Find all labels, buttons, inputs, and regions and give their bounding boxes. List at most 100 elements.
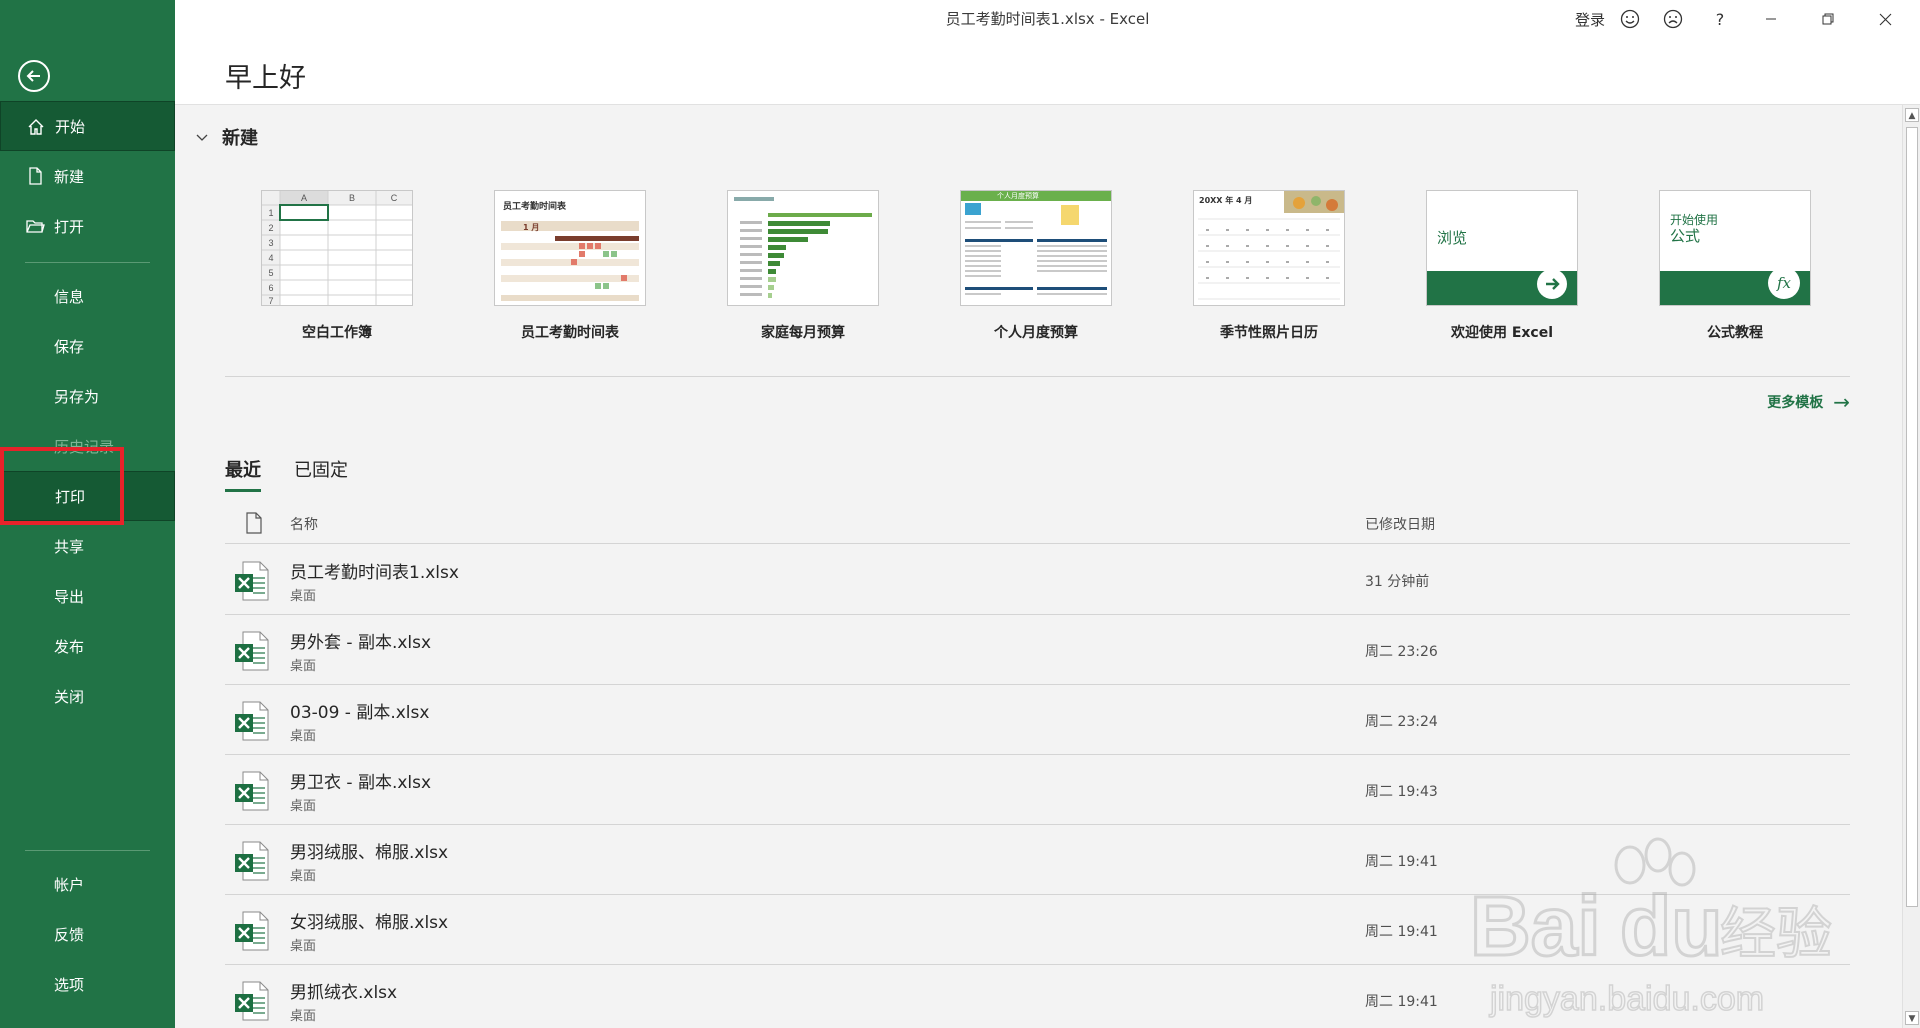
nav-save[interactable]: 保存: [0, 321, 175, 371]
svg-text:6: 6: [268, 283, 273, 293]
template-thumbnail: 个人月度预算: [960, 190, 1112, 306]
back-button[interactable]: [18, 60, 50, 92]
recent-file-row[interactable]: 03-09 - 副本.xlsx 桌面 周二 23:24: [225, 685, 1850, 755]
file-name: 03-09 - 副本.xlsx: [290, 703, 430, 723]
file-location: 桌面: [290, 659, 317, 674]
close-icon: [1879, 13, 1891, 25]
nav-history-label: 历史记录: [54, 437, 115, 456]
template-family-monthly-budget[interactable]: 家庭每月预算: [727, 190, 879, 342]
more-templates-link[interactable]: 更多模板 →: [1767, 390, 1850, 414]
svg-text:4: 4: [268, 253, 273, 263]
nav-feedback-label: 反馈: [54, 925, 85, 944]
recent-file-row[interactable]: 男抓绒衣.xlsx 桌面 周二 19:41: [225, 965, 1850, 1028]
scroll-down-arrow-icon[interactable]: ▼: [1905, 1011, 1919, 1025]
template-seasonal-photo-calendar[interactable]: 20XX 年 4 月 季节性照片日历: [1193, 190, 1345, 342]
template-formula-tutorial[interactable]: 开始使用 公式 fx 公式教程: [1659, 190, 1811, 342]
scroll-up-arrow-icon[interactable]: ▲: [1905, 108, 1919, 122]
nav-info-label: 信息: [54, 287, 85, 306]
new-document-icon: [29, 167, 42, 185]
recent-file-row[interactable]: 男羽绒服、棉服.xlsx 桌面 周二 19:41: [225, 825, 1850, 895]
home-icon: [28, 119, 44, 135]
file-list-header: 名称 已修改日期: [225, 508, 1850, 544]
nav-new[interactable]: 新建: [0, 151, 175, 201]
nav-open[interactable]: 打开: [0, 201, 175, 251]
budget-bar-preview: [734, 197, 872, 298]
arrow-right-icon: [1537, 269, 1567, 299]
nav-feedback[interactable]: 反馈: [0, 909, 175, 959]
timesheet-preview: [501, 221, 639, 301]
frown-icon: [1663, 9, 1683, 29]
tab-pinned[interactable]: 已固定: [294, 456, 348, 482]
template-thumbnail: A B C 1 2 3 4 5 6 7: [261, 190, 413, 306]
calendar-preview: [1198, 191, 1344, 300]
nav-save-as[interactable]: 另存为: [0, 371, 175, 421]
nav-info[interactable]: 信息: [0, 271, 175, 321]
nav-account[interactable]: 帐户: [0, 859, 175, 909]
excel-file-icon: [235, 561, 269, 601]
restore-icon: [1822, 13, 1834, 25]
column-header-modified[interactable]: 已修改日期: [1365, 514, 1435, 534]
nav-close[interactable]: 关闭: [0, 671, 175, 721]
help-button[interactable]: ?: [1705, 6, 1735, 32]
nav-history: 历史记录: [0, 421, 175, 471]
greeting-title: 早上好: [225, 63, 306, 94]
nav-print[interactable]: 打印: [0, 471, 175, 521]
sign-in-button[interactable]: 登录: [1570, 6, 1610, 32]
file-modified-date: 周二 19:41: [1365, 854, 1438, 870]
nav-share[interactable]: 共享: [0, 521, 175, 571]
nav-export-label: 导出: [54, 587, 85, 606]
minimize-button[interactable]: [1753, 6, 1789, 32]
nav-home[interactable]: 开始: [0, 101, 175, 151]
template-name: 家庭每月预算: [761, 325, 845, 341]
recent-file-row[interactable]: 男卫衣 - 副本.xlsx 桌面 周二 19:43: [225, 755, 1850, 825]
nav-share-label: 共享: [54, 537, 85, 556]
file-modified-date: 周二 19:41: [1365, 994, 1438, 1010]
excel-file-icon: [235, 841, 269, 881]
scroll-thumb[interactable]: [1906, 127, 1918, 907]
thumb-subtitle: 公式: [1670, 227, 1701, 245]
template-thumbnail: 员工考勤时间表 1 月: [494, 190, 646, 306]
column-header-name[interactable]: 名称: [290, 514, 318, 534]
thumb-title: 20XX 年 4 月: [1199, 196, 1253, 205]
template-personal-monthly-budget[interactable]: 个人月度预算 个人月度预算: [960, 190, 1112, 342]
nav-export[interactable]: 导出: [0, 571, 175, 621]
nav-publish[interactable]: 发布: [0, 621, 175, 671]
thumb-title: 个人月度预算: [997, 192, 1039, 200]
sidebar-divider: [25, 262, 150, 263]
frown-feedback-button[interactable]: [1658, 6, 1688, 32]
template-thumbnail: [727, 190, 879, 306]
excel-file-icon: [235, 911, 269, 951]
template-thumbnail: 开始使用 公式 fx: [1659, 190, 1811, 306]
template-welcome-to-excel[interactable]: 浏览 欢迎使用 Excel: [1426, 190, 1578, 342]
template-name: 公式教程: [1707, 325, 1763, 341]
file-location: 桌面: [290, 939, 317, 954]
file-name: 男卫衣 - 副本.xlsx: [290, 773, 432, 793]
excel-file-icon: [235, 981, 269, 1021]
template-employee-timesheet[interactable]: 员工考勤时间表 1 月 员工考勤时间表: [494, 190, 646, 342]
recent-file-row[interactable]: 员工考勤时间表1.xlsx 桌面 31 分钟前: [225, 545, 1850, 615]
svg-text:B: B: [349, 193, 355, 203]
file-modified-date: 周二 19:41: [1365, 924, 1438, 940]
minimize-icon: [1766, 18, 1776, 20]
nav-home-label: 开始: [55, 117, 86, 136]
blank-grid-preview: A B C 1 2 3 4 5 6 7: [262, 191, 412, 305]
template-blank-workbook[interactable]: A B C 1 2 3 4 5 6 7 空白工作簿: [261, 190, 413, 342]
close-window-button[interactable]: [1867, 6, 1903, 32]
restore-button[interactable]: [1810, 6, 1846, 32]
smile-icon: [1620, 9, 1640, 29]
personal-budget-preview: [961, 191, 1111, 295]
nav-options-label: 选项: [54, 975, 85, 994]
recent-file-row[interactable]: 男外套 - 副本.xlsx 桌面 周二 23:26: [225, 615, 1850, 685]
file-modified-date: 31 分钟前: [1365, 574, 1430, 590]
backstage-sidebar: 开始 新建 打开 信息 保存 另存为 历史记录 打印 共享 导出 发布 关闭 帐…: [0, 0, 175, 1028]
file-modified-date: 周二 19:43: [1365, 784, 1438, 800]
smile-feedback-button[interactable]: [1615, 6, 1645, 32]
tab-recent[interactable]: 最近: [225, 456, 261, 492]
nav-close-label: 关闭: [54, 687, 85, 706]
back-arrow-icon: [26, 70, 40, 82]
vertical-scrollbar[interactable]: ▲ ▼: [1902, 105, 1920, 1028]
template-name: 个人月度预算: [994, 325, 1078, 341]
new-section-header[interactable]: 新建: [196, 124, 258, 150]
recent-file-row[interactable]: 女羽绒服、棉服.xlsx 桌面 周二 19:41: [225, 895, 1850, 965]
nav-options[interactable]: 选项: [0, 959, 175, 1009]
